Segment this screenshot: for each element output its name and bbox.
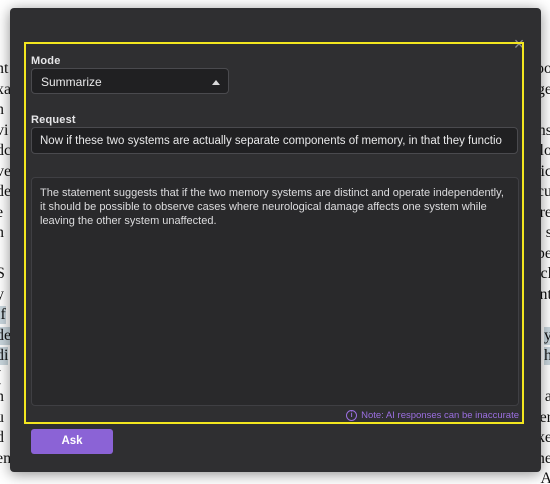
- request-label: Request: [31, 114, 76, 126]
- document-text-fragment: lo: [539, 142, 550, 159]
- document-text-fragment: u: [0, 409, 4, 426]
- response-text: The statement suggests that if the two m…: [40, 187, 504, 227]
- document-text-fragment: re: [539, 204, 550, 221]
- document-text-fragment: S: [0, 265, 5, 282]
- info-icon: i: [346, 410, 358, 421]
- document-text-fragment: er: [539, 409, 550, 426]
- document-text-fragment: ic: [540, 163, 550, 180]
- document-text-fragment: (: [0, 368, 1, 386]
- document-text-fragment: a: [544, 388, 550, 405]
- document-text-fragment: vi: [0, 122, 9, 139]
- document-text-fragment: h: [544, 347, 550, 365]
- document-text-fragment: A: [540, 470, 550, 484]
- note-text: Note: AI responses can be inaccurate: [361, 410, 519, 421]
- mode-label: Mode: [31, 55, 61, 67]
- document-text-fragment: if: [0, 306, 6, 324]
- document-text-fragment: nt: [0, 60, 9, 77]
- document-text-fragment: n: [0, 224, 4, 241]
- ai-disclaimer-note: i Note: AI responses can be inaccurate: [346, 410, 519, 421]
- document-text-fragment: e: [0, 204, 3, 222]
- document-text-fragment: nt: [539, 286, 550, 303]
- request-input[interactable]: [31, 127, 518, 154]
- document-text-fragment: d: [0, 429, 4, 446]
- document-text-fragment: y: [0, 286, 4, 303]
- ask-button[interactable]: Ask: [31, 429, 113, 454]
- mode-selected-value: Summarize: [41, 75, 102, 89]
- document-text-fragment: n: [0, 388, 4, 405]
- document-text-fragment: n: [0, 101, 4, 118]
- document-text-fragment: s: [545, 224, 550, 241]
- caret-up-icon: [212, 80, 220, 85]
- document-text-fragment: y: [544, 327, 550, 345]
- document-text-fragment: cl: [540, 265, 550, 282]
- document-text-fragment: di: [0, 347, 9, 365]
- mode-select[interactable]: Summarize: [31, 68, 229, 94]
- response-output[interactable]: The statement suggests that if the two m…: [31, 177, 519, 406]
